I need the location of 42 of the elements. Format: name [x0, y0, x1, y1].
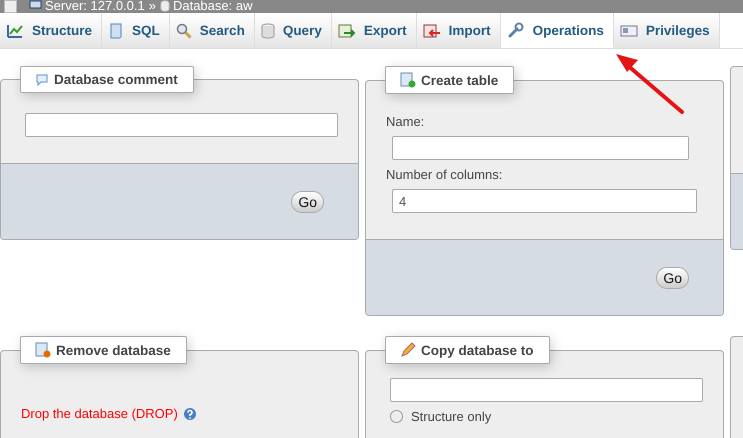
text-input[interactable] — [392, 136, 689, 160]
help-icon — [182, 406, 197, 420]
text-input[interactable] — [25, 113, 338, 137]
field-label: Number of columns: — [386, 167, 504, 182]
tab[interactable]: Privileges — [614, 13, 720, 48]
tab[interactable]: Query — [254, 13, 332, 48]
database-breadcrumb[interactable]: Database: aw — [160, 0, 252, 12]
panel-title: Create table — [385, 66, 514, 94]
wrench-icon — [506, 21, 525, 39]
chart-icon — [6, 22, 24, 38]
pencil-icon — [400, 342, 416, 358]
tab[interactable]: Import — [416, 13, 501, 48]
text-input[interactable]: 4 — [392, 189, 697, 213]
export-icon — [338, 22, 356, 38]
collapse-icon[interactable] — [4, 0, 17, 13]
panel-title: Database comment — [20, 66, 194, 93]
table-remove-icon — [35, 342, 51, 358]
panel-title: Remove database — [20, 336, 187, 364]
server-breadcrumb[interactable]: Server: 127.0.0.1 — [29, 0, 145, 12]
table-add-icon — [400, 72, 416, 88]
radio-label: Structure only — [411, 409, 492, 424]
text-input[interactable] — [390, 378, 703, 402]
tab[interactable]: Export — [332, 13, 417, 48]
drop-database-link[interactable]: Drop the database (DROP) — [21, 406, 338, 421]
field-label: Name: — [386, 114, 426, 129]
tab[interactable]: Operations — [500, 13, 614, 48]
scroll-icon — [108, 22, 124, 40]
tab[interactable]: Search — [170, 13, 255, 48]
radio-button[interactable] — [390, 410, 403, 423]
monitor-icon — [29, 0, 42, 11]
cylinder-icon — [160, 0, 170, 12]
go-button[interactable]: Go — [291, 190, 324, 212]
cylinder-icon — [260, 22, 275, 38]
panel-title: Copy database to — [385, 336, 550, 364]
import-icon — [422, 22, 441, 38]
search-icon — [176, 22, 192, 38]
speech-bubble-icon — [35, 72, 49, 86]
card-icon — [620, 24, 638, 38]
breadcrumb-separator: » — [148, 0, 156, 12]
tab[interactable]: Structure — [0, 13, 102, 48]
tab[interactable]: SQL — [102, 13, 170, 48]
go-button[interactable]: Go — [656, 266, 689, 288]
